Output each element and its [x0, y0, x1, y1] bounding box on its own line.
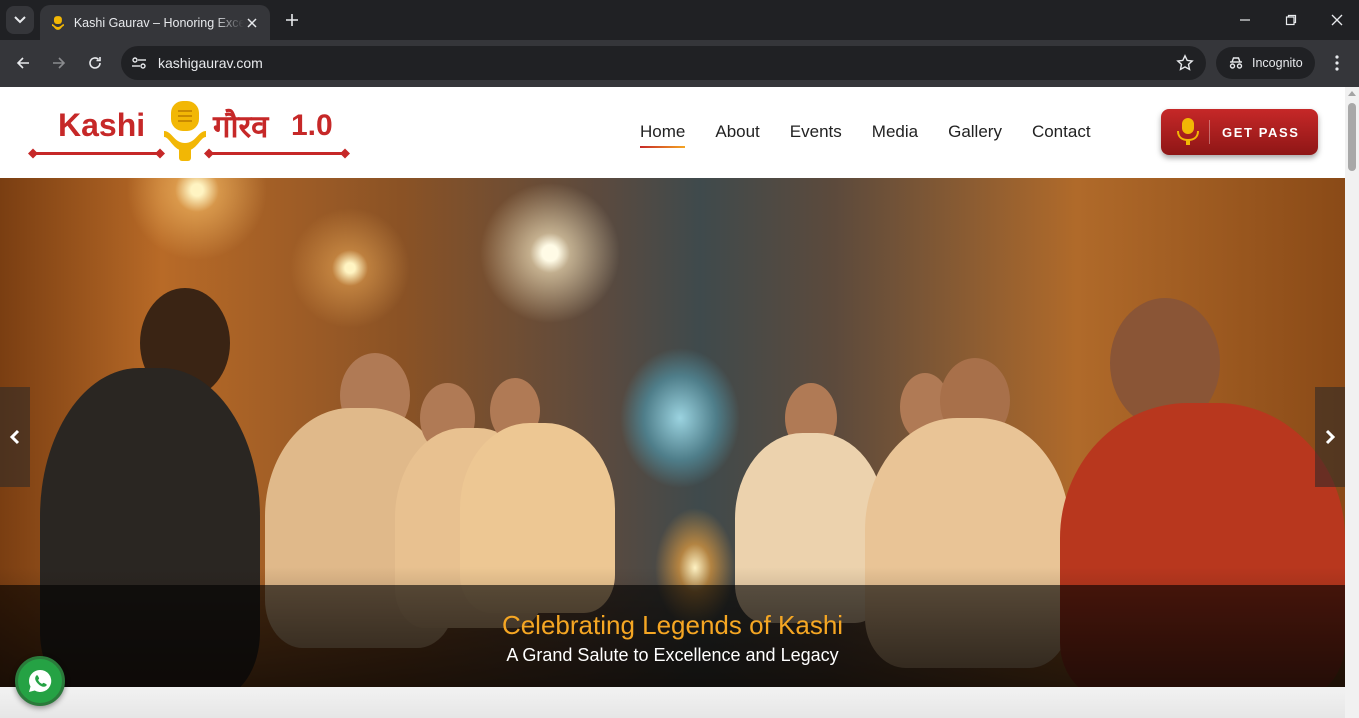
tab-title: Kashi Gaurav – Honoring Excellence [73, 15, 245, 30]
address-bar[interactable]: kashigaurav.com [121, 46, 1206, 80]
incognito-indicator[interactable]: Incognito [1216, 47, 1315, 79]
kashi-logo-icon [51, 15, 64, 30]
whatsapp-icon [29, 669, 52, 692]
nav-home[interactable]: Home [640, 122, 686, 148]
scroll-up-arrow[interactable] [1348, 91, 1356, 96]
close-icon [1331, 14, 1343, 26]
restore-icon [1285, 14, 1297, 26]
browser-tab-bar: Kashi Gaurav – Honoring Excellence [0, 0, 1359, 40]
reload-icon [89, 57, 101, 69]
nav-about[interactable]: About [715, 122, 759, 142]
logo-text-hindi: गौरव [213, 109, 269, 145]
button-divider [1209, 120, 1210, 144]
page-viewport: Kashi गौरव 1.0 Home About Events Media G… [0, 87, 1359, 718]
site-header: Kashi गौरव 1.0 Home About Events Media G… [0, 87, 1345, 178]
mic-icon [1177, 118, 1199, 145]
tab-close-button[interactable] [244, 15, 260, 31]
tab-search-button[interactable] [6, 6, 34, 34]
get-pass-label: GET PASS [1222, 124, 1300, 140]
hero-slider: Celebrating Legends of Kashi A Grand Sal… [0, 178, 1345, 687]
nav-media[interactable]: Media [872, 122, 918, 142]
page-scrollbar[interactable] [1345, 87, 1359, 718]
logo-diamonds [28, 148, 350, 159]
hero-subtitle: A Grand Salute to Excellence and Legacy [506, 645, 839, 665]
nav-gallery[interactable]: Gallery [948, 122, 1002, 142]
minimize-button[interactable] [1233, 8, 1257, 32]
chevron-left-icon [9, 429, 20, 445]
paper-texture-section [0, 687, 1345, 718]
browser-menu-button[interactable] [1328, 52, 1346, 74]
restore-button[interactable] [1279, 8, 1303, 32]
arrow-left-icon [16, 57, 29, 69]
whatsapp-button[interactable] [15, 656, 65, 706]
new-tab-button[interactable] [282, 10, 302, 30]
profile-label: Incognito [1252, 56, 1303, 70]
chevron-down-icon [14, 16, 26, 24]
tune-icon [132, 57, 146, 69]
plus-icon [286, 14, 298, 26]
site-info-button[interactable] [130, 54, 148, 72]
close-icon [247, 17, 257, 28]
scroll-thumb[interactable] [1348, 103, 1356, 171]
reload-button[interactable] [83, 51, 107, 75]
window-close-button[interactable] [1325, 8, 1349, 32]
browser-tab[interactable]: Kashi Gaurav – Honoring Excellence [40, 5, 270, 40]
hero-title: Celebrating Legends of Kashi [501, 610, 844, 640]
slider-next-button[interactable] [1315, 387, 1345, 487]
get-pass-button[interactable]: GET PASS [1161, 109, 1318, 155]
bookmark-star-icon[interactable] [1176, 54, 1194, 72]
back-button[interactable] [11, 51, 35, 75]
site-logo[interactable]: Kashi गौरव 1.0 [28, 99, 350, 165]
chevron-right-icon [1325, 429, 1336, 445]
main-nav: Home About Events Media Gallery Contact [640, 122, 1121, 148]
url-text[interactable]: kashigaurav.com [158, 55, 263, 71]
nav-contact[interactable]: Contact [1032, 122, 1091, 142]
more-vert-icon [1335, 55, 1339, 71]
logo-text-english: Kashi [58, 107, 146, 143]
nav-events[interactable]: Events [790, 122, 842, 142]
forward-button[interactable] [47, 51, 71, 75]
browser-toolbar: kashigaurav.com Incognito [0, 40, 1359, 87]
minimize-icon [1240, 19, 1250, 21]
arrow-right-icon [53, 57, 66, 69]
incognito-icon [1229, 57, 1243, 69]
slider-prev-button[interactable] [0, 387, 30, 487]
logo-version: 1.0 [291, 109, 333, 142]
